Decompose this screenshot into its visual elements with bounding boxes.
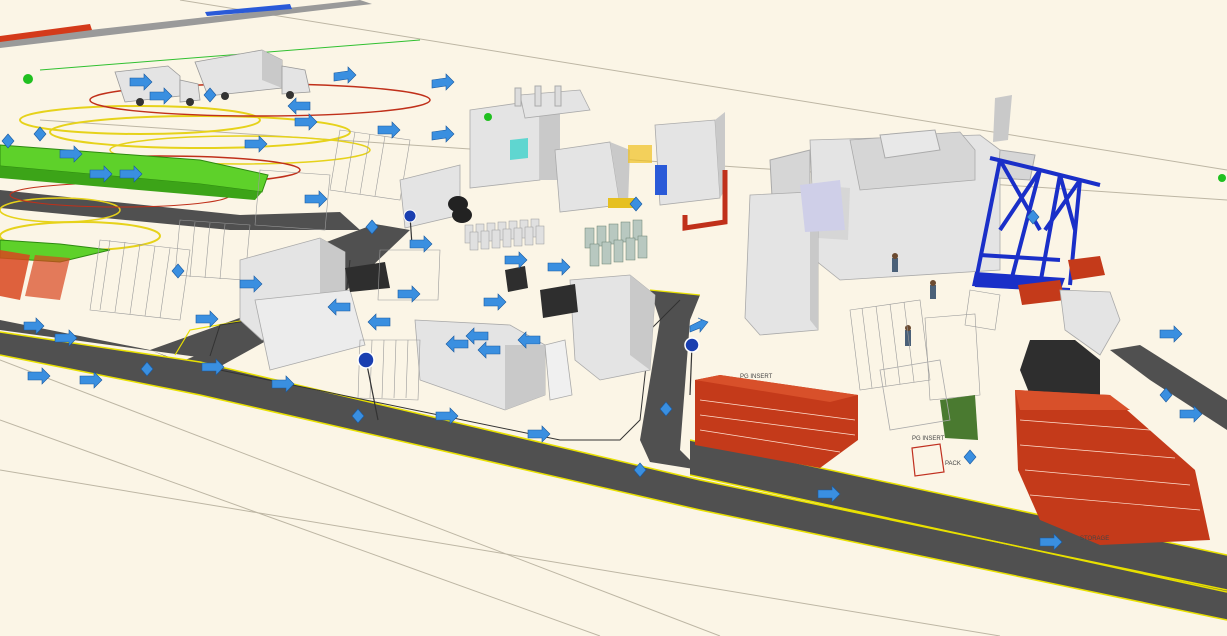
waypoint-icon[interactable] <box>23 74 33 84</box>
diamond-marker-icon <box>963 449 977 465</box>
arrow-icon <box>547 258 571 276</box>
arrow-icon <box>431 125 455 143</box>
3d-factory-viewport[interactable]: PG INSERT STORAGE PACK PG INSERT <box>0 0 1227 636</box>
arrow-icon <box>483 293 507 311</box>
arrow-icon <box>504 251 528 269</box>
packing-station: PACK PG INSERT <box>911 436 961 477</box>
arrow-icon <box>333 66 357 84</box>
arrow-icon <box>689 317 709 333</box>
arrow-icon <box>409 235 433 253</box>
diamond-marker-icon <box>171 263 185 279</box>
arrow-icon <box>294 113 318 131</box>
factory-layout-scene[interactable]: PG INSERT STORAGE PACK PG INSERT <box>0 0 1227 636</box>
bottle-array <box>464 218 648 267</box>
arrow-icon <box>397 285 421 303</box>
no-entry-sign-icon <box>357 351 375 369</box>
waypoint-icon[interactable] <box>484 113 492 121</box>
waypoint-icon[interactable] <box>1218 174 1226 182</box>
arrow-icon <box>244 135 268 153</box>
arrow-icon <box>431 73 455 91</box>
arrow-icon <box>367 313 391 331</box>
area-label-pack: PACK <box>945 461 961 467</box>
area-label-pg-insert-2: PG INSERT <box>912 436 945 442</box>
arrow-icon <box>1159 325 1183 343</box>
no-entry-sign-icon <box>403 209 417 223</box>
area-label-pg-insert: PG INSERT <box>740 374 773 380</box>
area-label-storage: STORAGE <box>1080 536 1109 542</box>
arrow-icon <box>287 97 311 115</box>
arrow-icon <box>27 367 51 385</box>
arrow-icon <box>195 310 219 328</box>
no-entry-sign-icon <box>684 337 700 353</box>
arrow-icon <box>304 190 328 208</box>
central-machinery <box>399 85 728 231</box>
